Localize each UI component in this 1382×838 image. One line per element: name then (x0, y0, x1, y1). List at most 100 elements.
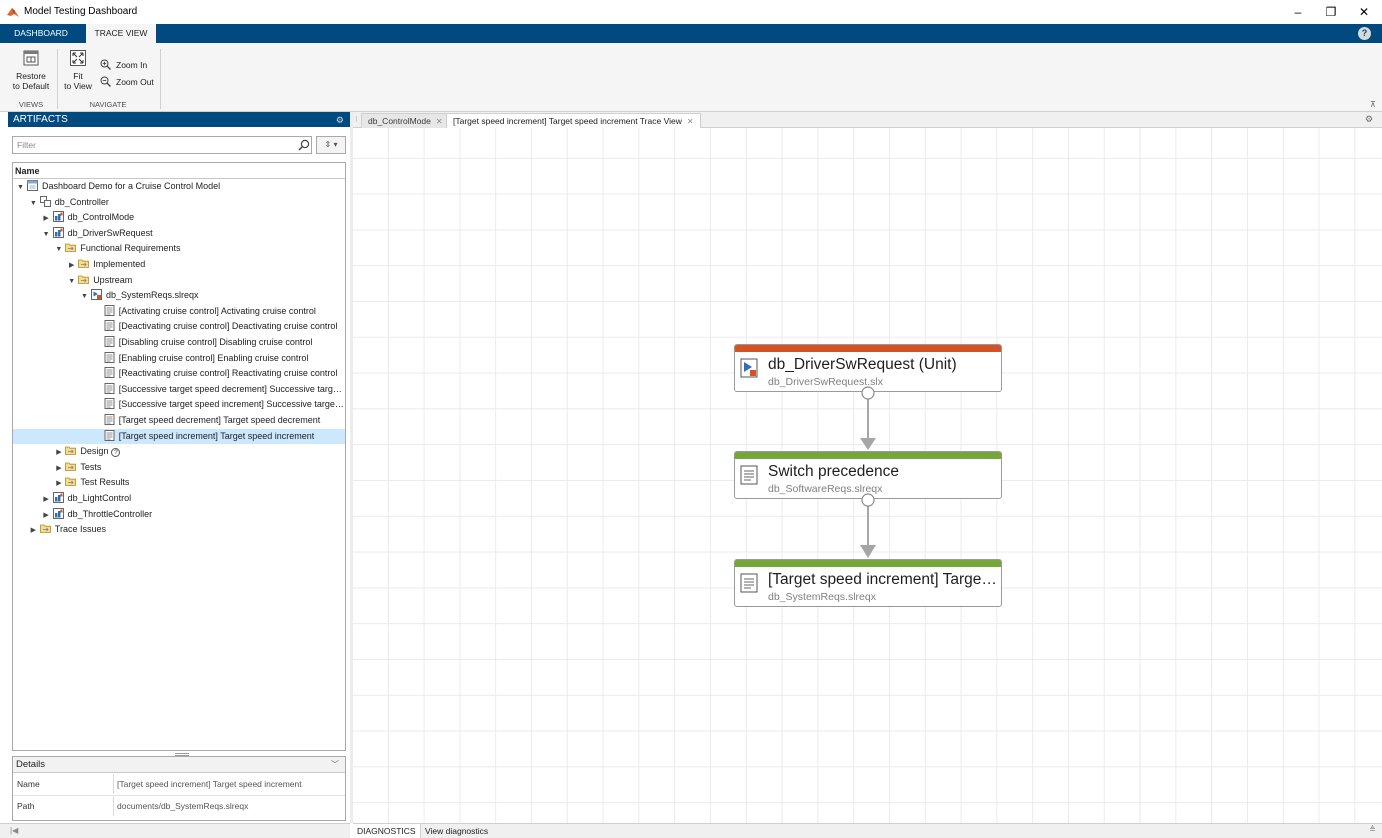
expand-arrow-icon[interactable]: ▶ (42, 508, 51, 523)
filter-input[interactable] (12, 136, 312, 154)
requirement-icon (104, 429, 115, 441)
doc-tab-trace-view[interactable]: [Target speed increment] Target speed in… (446, 113, 701, 128)
tree-item-label: [Enabling cruise control] Enabling cruis… (118, 352, 309, 363)
trace-canvas[interactable]: db_DriverSwRequest (Unit) db_DriverSwReq… (353, 128, 1382, 823)
gear-icon[interactable]: ⚙ (1365, 114, 1373, 125)
document-tab-bar: ⁝ db_ControlMode ✕ [Target speed incremen… (353, 112, 1382, 128)
close-tab-icon[interactable]: ✕ (436, 117, 443, 126)
drag-handle-icon[interactable]: ⁝ (355, 115, 358, 124)
tree-item[interactable]: ▼ db_DriverSwRequest (13, 226, 345, 242)
close-tab-icon[interactable]: ✕ (687, 117, 694, 126)
view-diagnostics-link[interactable]: View diagnostics (425, 824, 488, 838)
tree-item-label: db_Controller (54, 196, 109, 207)
tab-trace-view[interactable]: TRACE VIEW (86, 24, 156, 43)
tree-item[interactable]: [Reactivating cruise control] Reactivati… (13, 366, 345, 382)
expand-arrow-icon[interactable]: ▶ (54, 476, 63, 491)
diagnostics-tab[interactable]: DIAGNOSTICS (353, 824, 421, 838)
trace-node-unit[interactable]: db_DriverSwRequest (Unit) db_DriverSwReq… (734, 344, 1002, 392)
collapse-toolstrip-icon[interactable]: ⊼ (1370, 100, 1376, 109)
trace-node-system-requirement[interactable]: [Target speed increment] Target speed in… (734, 559, 1002, 607)
tree-item-label: [Target speed increment] Target speed in… (118, 430, 315, 441)
ribbon-tab-bar: DASHBOARD TRACE VIEW ? (0, 24, 1382, 43)
tree-item[interactable]: ▶ db_ControlMode (13, 210, 345, 226)
close-window-button[interactable]: ✕ (1349, 3, 1379, 21)
folder-icon (65, 462, 77, 471)
tree-item[interactable]: ▼ db_SystemReqs.slreqx (13, 288, 345, 304)
tree-item-label: [Deactivating cruise control] Deactivati… (118, 321, 338, 332)
expand-arrow-icon[interactable]: ▶ (67, 258, 76, 273)
sort-options-button[interactable]: ⇕ ▾ (316, 136, 346, 154)
tree-item[interactable]: ▼ Functional Requirements (13, 241, 345, 257)
help-badge-icon[interactable]: ? (111, 448, 121, 458)
minimize-button[interactable]: – (1283, 3, 1313, 21)
tree-item[interactable]: [Deactivating cruise control] Deactivati… (13, 319, 345, 335)
zoom-in-button[interactable]: Zoom In (100, 59, 147, 70)
folder-icon (78, 259, 90, 268)
doc-tab-control-mode[interactable]: db_ControlMode ✕ (361, 113, 450, 128)
help-icon[interactable]: ? (1358, 27, 1371, 40)
tree-item[interactable]: [Successive target speed decrement] Succ… (13, 382, 345, 398)
search-icon[interactable] (298, 139, 310, 151)
restore-to-default-button[interactable]: Restore to Default (8, 49, 54, 91)
unit-icon (52, 492, 64, 503)
restore-window-button[interactable]: ❐ (1316, 3, 1346, 21)
expand-arrow-icon[interactable]: ▶ (54, 461, 63, 476)
collapse-arrow-icon[interactable]: ▼ (42, 227, 51, 242)
collapse-arrow-icon[interactable]: ▼ (67, 274, 76, 289)
trace-edge-1 (860, 398, 876, 450)
node-title: Switch precedence (768, 463, 899, 480)
requirement-icon (104, 304, 115, 316)
tab-dashboard[interactable]: DASHBOARD (6, 24, 76, 43)
zoom-out-label: Zoom Out (116, 76, 154, 87)
tree-item[interactable]: ▼ Dashboard Demo for a Cruise Control Mod… (13, 179, 345, 195)
tree-item[interactable]: [Disabling cruise control] Disabling cru… (13, 335, 345, 351)
details-divider (113, 796, 114, 816)
expand-arrow-icon[interactable]: ▶ (42, 211, 51, 226)
collapse-arrow-icon[interactable]: ▼ (54, 242, 63, 257)
requirement-icon (104, 367, 115, 379)
expand-up-icon[interactable]: ≜ (1369, 825, 1376, 834)
expand-arrow-icon[interactable]: ▶ (29, 523, 38, 538)
chevron-down-icon[interactable]: ﹀ (331, 757, 339, 773)
tree-item[interactable]: ▶ Design? (13, 444, 345, 460)
gear-icon[interactable]: ⚙ (336, 113, 344, 128)
node-color-bar (735, 560, 1001, 567)
tree-item[interactable]: ▶ db_LightControl (13, 491, 345, 507)
fit-label-line2: to View (64, 81, 92, 91)
tree-item-label: Test Results (80, 477, 130, 488)
tree-item[interactable]: ▼ db_Controller (13, 195, 345, 211)
tree-item-label: Dashboard Demo for a Cruise Control Mode… (42, 181, 221, 191)
tree-item[interactable]: [Target speed decrement] Target speed de… (13, 413, 345, 429)
artifacts-title: ARTIFACTS (13, 114, 68, 125)
collapse-arrow-icon[interactable]: ▼ (16, 180, 25, 195)
tree-item[interactable]: [Target speed increment] Target speed in… (13, 428, 345, 445)
collapse-arrow-icon[interactable]: ▼ (29, 196, 38, 211)
unit-icon (52, 211, 64, 223)
expand-arrow-icon[interactable]: ▶ (42, 492, 51, 507)
restore-layout-icon (23, 50, 39, 66)
details-header[interactable]: Details ﹀ (13, 757, 345, 773)
tree-item[interactable]: ▶ db_ThrottleController (13, 507, 345, 523)
tree-item[interactable]: [Enabling cruise control] Enabling cruis… (13, 351, 345, 367)
trace-node-software-requirement[interactable]: Switch precedence db_SoftwareReqs.slreqx (734, 451, 1002, 499)
group-label-navigate: NAVIGATE (89, 100, 127, 109)
zoom-out-button[interactable]: Zoom Out (100, 76, 154, 87)
tree-item[interactable]: [Successive target speed increment] Succ… (13, 397, 345, 413)
reqset-icon (91, 289, 102, 301)
details-row-path: Path documents/db_SystemReqs.slreqx (13, 795, 345, 816)
tree-item[interactable]: ▶ Trace Issues (13, 522, 345, 538)
tree-item-label: Tests (80, 461, 102, 472)
expand-arrow-icon[interactable]: ▶ (54, 445, 63, 460)
tree-item[interactable]: [Activating cruise control] Activating c… (13, 304, 345, 320)
tree-item-label: [Activating cruise control] Activating c… (118, 305, 316, 316)
collapse-arrow-icon[interactable]: ▼ (80, 289, 89, 304)
fit-to-view-button[interactable]: Fit to View (60, 49, 96, 91)
collapse-left-icon[interactable]: |◀ (10, 826, 18, 835)
tree-item[interactable]: ▶ Implemented (13, 257, 345, 273)
restore-label-line1: Restore (16, 71, 46, 81)
fit-label-line1: Fit (73, 71, 83, 81)
toolstrip: Restore to Default Fit to View Zoom In Z… (0, 43, 1382, 112)
tree-item[interactable]: ▶ Tests (13, 460, 345, 476)
tree-item[interactable]: ▼ Upstream (13, 273, 345, 289)
tree-item[interactable]: ▶ Test Results (13, 475, 345, 491)
